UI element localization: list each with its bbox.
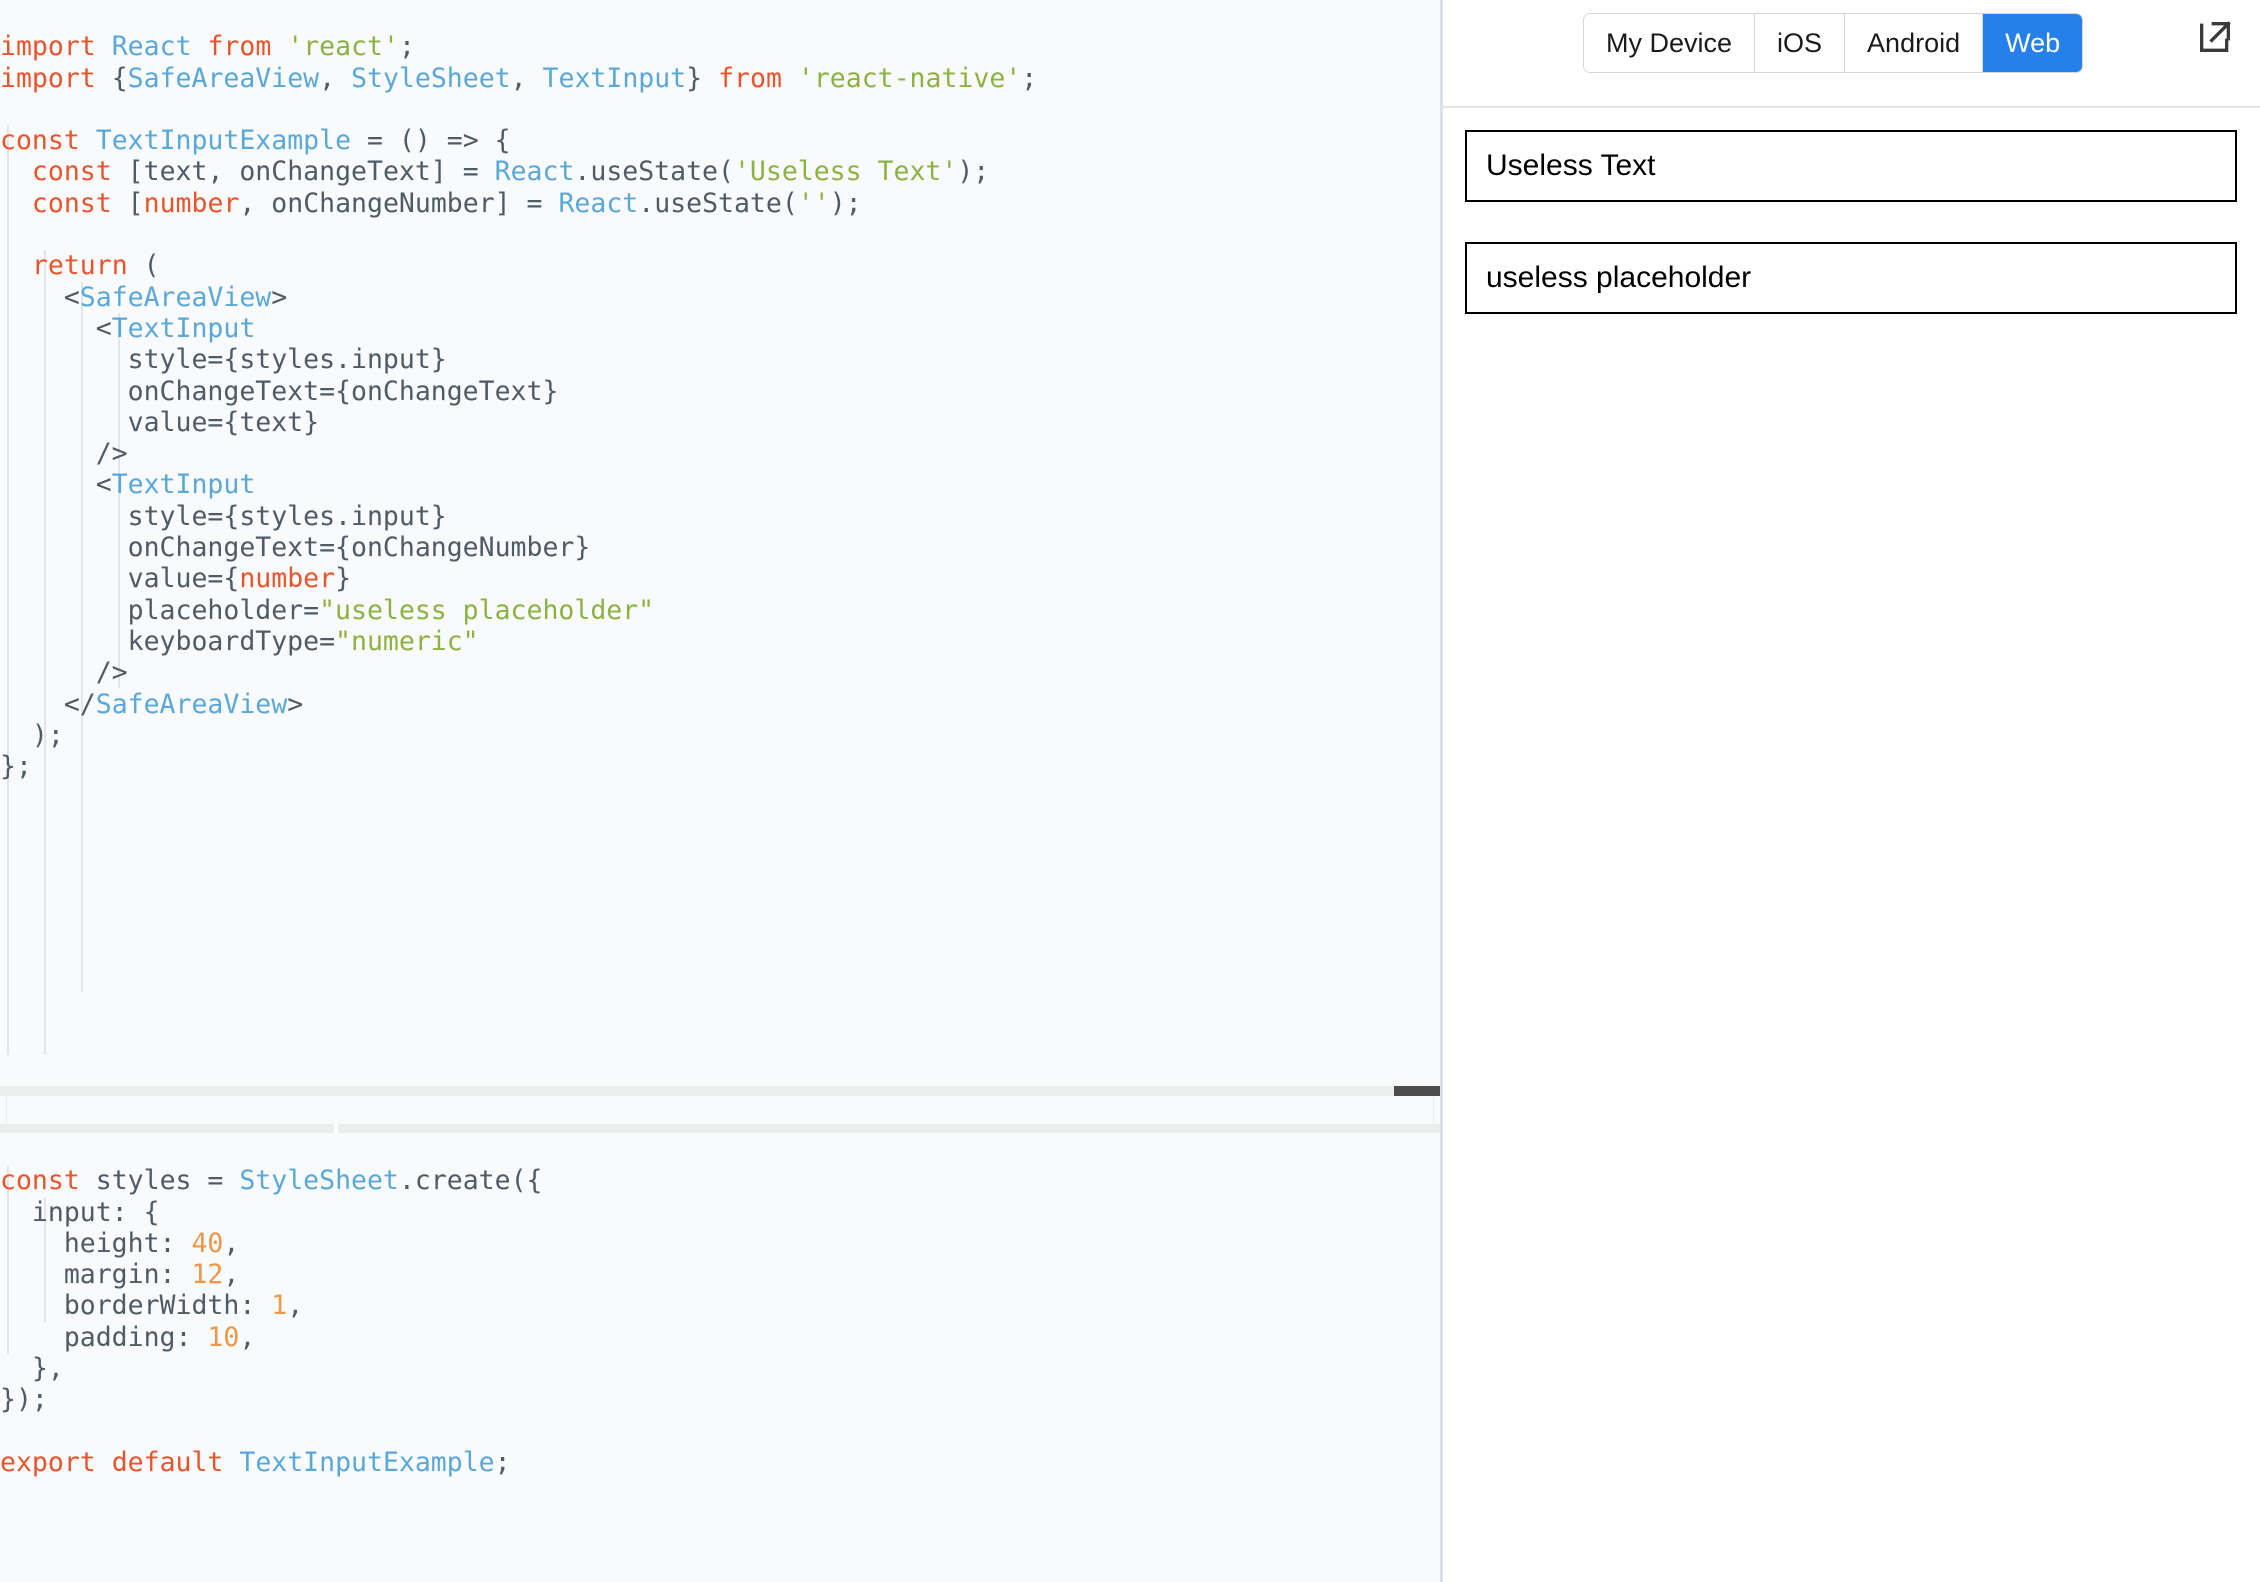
code-line: /> (0, 438, 128, 470)
code-line: }; (0, 751, 32, 783)
code-line: style={styles.input} (0, 344, 447, 376)
code-text-top[interactable]: import React from 'react'; import {SafeAr… (0, 0, 1440, 782)
code-line: }); (0, 1384, 48, 1416)
scrollbar-bottom-edge (0, 1124, 1440, 1133)
code-line: import {SafeAreaView, StyleSheet, TextIn… (0, 62, 1038, 94)
code-line: onChangeText={onChangeNumber} (0, 532, 591, 564)
code-line: placeholder="useless placeholder" (0, 594, 655, 626)
code-line: value={number} (0, 563, 352, 595)
code-line: }, (0, 1353, 64, 1385)
editor-horizontal-scrollbar[interactable] (0, 1086, 1440, 1134)
open-external-button[interactable] (2188, 12, 2242, 66)
preview-text-input-value[interactable]: Useless Text (1465, 130, 2237, 202)
preview-input-placeholder-text: useless placeholder (1486, 261, 1752, 294)
scrollbar-track[interactable] (0, 1086, 1440, 1096)
code-line: <TextInput (0, 312, 256, 344)
code-line: <SafeAreaView> (0, 281, 288, 313)
code-line: const [text, onChangeText] = React.useSt… (31, 156, 990, 188)
code-line: keyboardType="numeric" (0, 625, 479, 657)
code-line: borderWidth: 1, (0, 1290, 304, 1322)
code-line: <TextInput (0, 469, 256, 501)
code-editor-pane[interactable]: import React from 'react'; import {SafeAr… (0, 0, 1443, 1582)
scrollbar-inner-gutter (6, 1096, 1434, 1124)
code-block-component[interactable]: import React from 'react'; import {SafeAr… (0, 0, 1440, 1086)
code-line: const styles = StyleSheet.create({ (0, 1165, 543, 1197)
code-line: margin: 12, (0, 1259, 240, 1291)
code-line: style={styles.input} (0, 500, 447, 532)
code-line: padding: 10, (0, 1321, 256, 1353)
platform-tab-android[interactable]: Android (1845, 14, 1984, 72)
preview-text-input-numeric[interactable]: useless placeholder (1465, 242, 2237, 314)
code-line: const TextInputExample = () => { (0, 125, 511, 157)
code-block-styles[interactable]: const styles = StyleSheet.create({ input… (0, 1134, 1440, 1582)
code-line: input: { (0, 1196, 160, 1228)
code-line: return ( (31, 250, 160, 282)
platform-tab-web[interactable]: Web (1983, 14, 2083, 72)
preview-header: My Device iOS Android Web (1443, 0, 2260, 108)
platform-tab-ios[interactable]: iOS (1755, 14, 1846, 72)
code-line: import React from 'react'; (0, 31, 415, 63)
preview-input-value-text: Useless Text (1486, 149, 1656, 182)
code-line: onChangeText={onChangeText} (0, 375, 559, 407)
code-line: </SafeAreaView> (0, 688, 304, 720)
code-line: const [number, onChangeNumber] = React.u… (31, 187, 862, 219)
code-line: /> (0, 657, 128, 689)
code-line: value={text} (0, 406, 320, 438)
preview-pane: My Device iOS Android Web Useless Text u… (1443, 0, 2260, 1582)
external-link-icon (2195, 17, 2235, 62)
snack-editor-window: import React from 'react'; import {SafeAr… (0, 0, 2260, 1582)
code-line: ); (0, 719, 64, 751)
platform-tab-my-device[interactable]: My Device (1584, 14, 1756, 72)
code-line: export default TextInputExample; (0, 1446, 511, 1478)
code-text-bottom[interactable]: const styles = StyleSheet.create({ input… (0, 1134, 1440, 1478)
scrollbar-thumb[interactable] (1394, 1086, 1440, 1096)
code-line: height: 40, (0, 1227, 240, 1259)
platform-segmented-control[interactable]: My Device iOS Android Web (1583, 13, 2084, 73)
